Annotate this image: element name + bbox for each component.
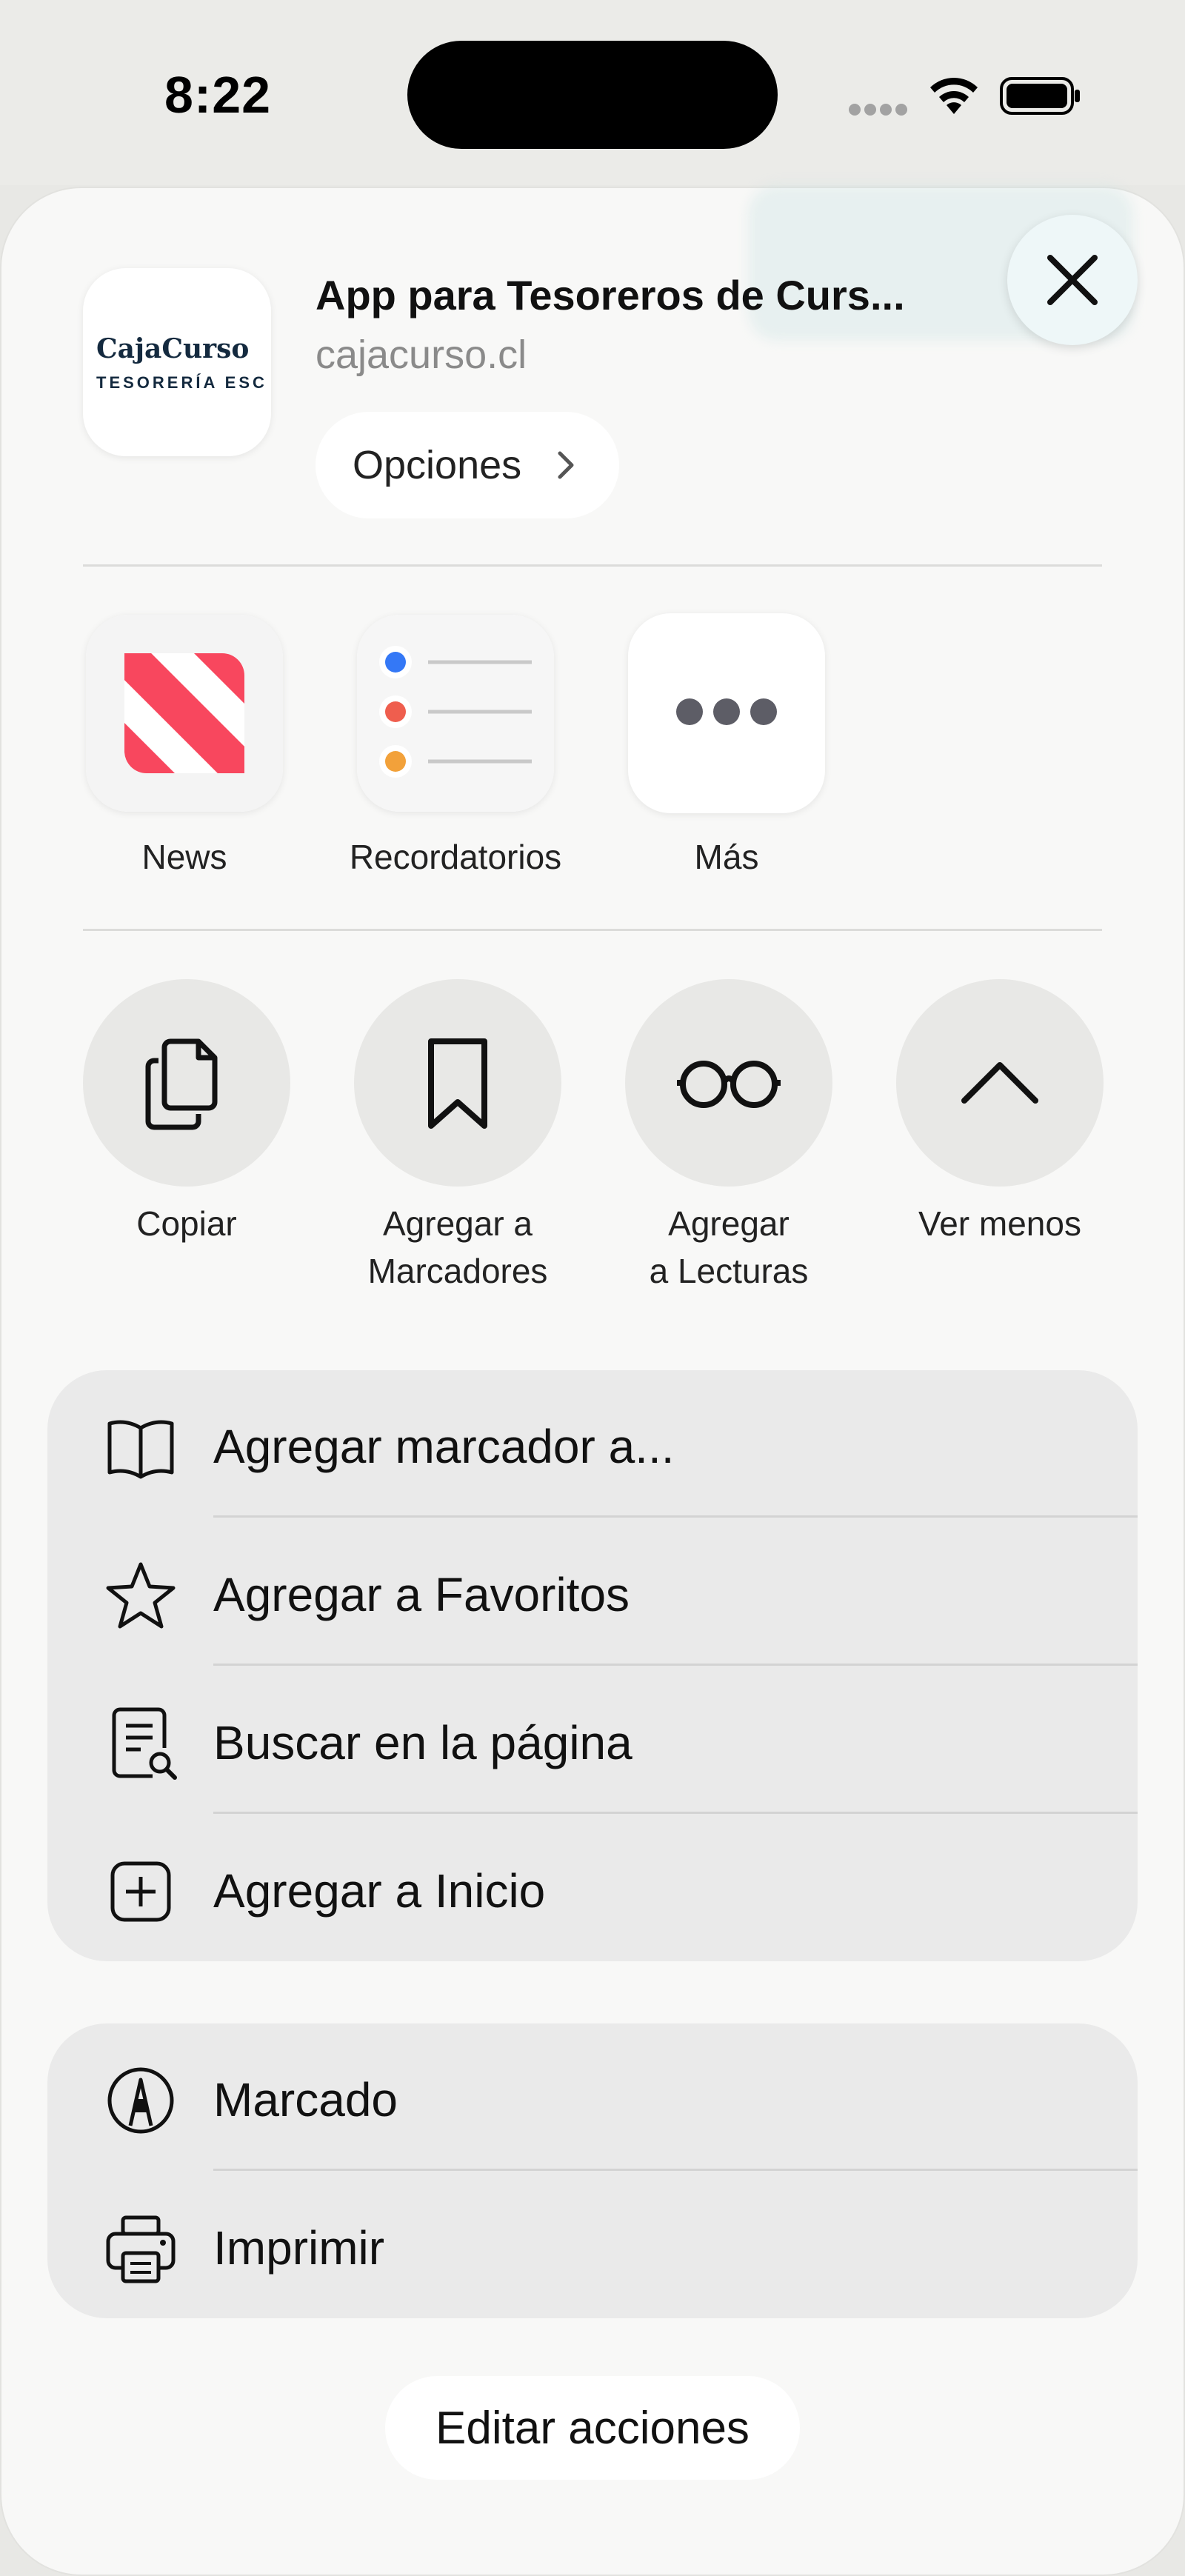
app-label: News — [141, 838, 227, 876]
more-icon — [676, 698, 777, 725]
app-icon-brand: CajaCurso — [96, 333, 250, 364]
list-item-label: Imprimir — [213, 2221, 385, 2275]
options-button[interactable]: Opciones — [316, 412, 619, 518]
app-mas[interactable] — [628, 613, 825, 813]
edit-actions-button[interactable]: Editar acciones — [385, 2376, 800, 2480]
app-label: Más — [694, 838, 759, 876]
share-title: App para Tesoreros de Curs... — [316, 272, 905, 318]
list-item-label: Marcado — [213, 2073, 398, 2126]
chevron-up-icon — [961, 1062, 1038, 1104]
action-label: Agregar a Lecturas — [649, 1204, 809, 1290]
list-item-imprimir[interactable]: Imprimir — [47, 2172, 1138, 2320]
find-page-icon — [112, 1707, 177, 1780]
list-item-label: Buscar en la página — [213, 1716, 632, 1769]
app-recordatorios[interactable] — [357, 615, 554, 812]
options-label: Opciones — [353, 443, 522, 487]
list-item-agregar-favoritos[interactable]: Agregar a Favoritos — [47, 1518, 1138, 1666]
list-separator — [213, 1812, 1138, 1814]
action-agregar-lecturas[interactable] — [625, 979, 832, 1187]
app-news[interactable] — [86, 615, 283, 812]
chevron-right-icon — [558, 451, 574, 479]
app-label: Recordatorios — [349, 838, 562, 876]
screen: 8:22 CajaCurso TESORERÍA ESC App para Te… — [0, 0, 1185, 2576]
action-agregar-marcadores[interactable] — [354, 979, 561, 1187]
close-icon — [1047, 255, 1098, 305]
website-app-icon: CajaCurso TESORERÍA ESC — [83, 268, 271, 456]
reminders-icon — [357, 615, 554, 812]
action-label: Ver menos — [918, 1204, 1081, 1243]
list-item-agregar-inicio[interactable]: Agregar a Inicio — [47, 1815, 1138, 1963]
app-icon-subtitle: TESORERÍA ESC — [96, 373, 267, 392]
divider — [83, 564, 1102, 567]
copy-icon — [145, 1038, 218, 1130]
markup-icon — [107, 2067, 174, 2134]
action-label: Copiar — [136, 1204, 237, 1243]
list-item-buscar-pagina[interactable]: Buscar en la página — [47, 1666, 1138, 1815]
status-bar: 8:22 — [0, 0, 1185, 185]
list-item-label: Agregar a Inicio — [213, 1864, 546, 1918]
list-item-label: Agregar a Favoritos — [213, 1568, 630, 1621]
list-item-marcado[interactable]: Marcado — [47, 2023, 1138, 2172]
list-item-agregar-marcador[interactable]: Agregar marcador a... — [47, 1370, 1138, 1518]
actions-list-secondary: Marcado Imprimir — [47, 2023, 1138, 2318]
dynamic-island — [407, 41, 778, 149]
divider — [83, 929, 1102, 931]
close-button[interactable] — [1007, 215, 1138, 345]
bookmark-icon — [428, 1038, 487, 1129]
share-url: cajacurso.cl — [316, 333, 527, 377]
cellular-signal-icon — [849, 104, 908, 116]
news-icon — [86, 615, 283, 812]
status-time: 8:22 — [164, 66, 272, 124]
list-separator — [213, 2169, 1138, 2171]
list-separator — [213, 1515, 1138, 1518]
glasses-icon — [677, 1061, 781, 1108]
list-separator — [213, 1664, 1138, 1666]
star-icon — [106, 1562, 176, 1629]
battery-icon — [1000, 77, 1080, 115]
actions-list-primary: Agregar marcador a... Agregar a Favorito… — [47, 1370, 1138, 1961]
action-ver-menos[interactable] — [896, 979, 1104, 1187]
printer-icon — [106, 2215, 176, 2283]
wifi-icon — [930, 78, 978, 114]
action-label: Agregar a Marcadores — [367, 1204, 548, 1290]
list-item-label: Agregar marcador a... — [213, 1420, 675, 1473]
book-icon — [107, 1420, 174, 1479]
action-copiar[interactable] — [83, 979, 290, 1187]
add-square-icon — [110, 1861, 171, 1922]
